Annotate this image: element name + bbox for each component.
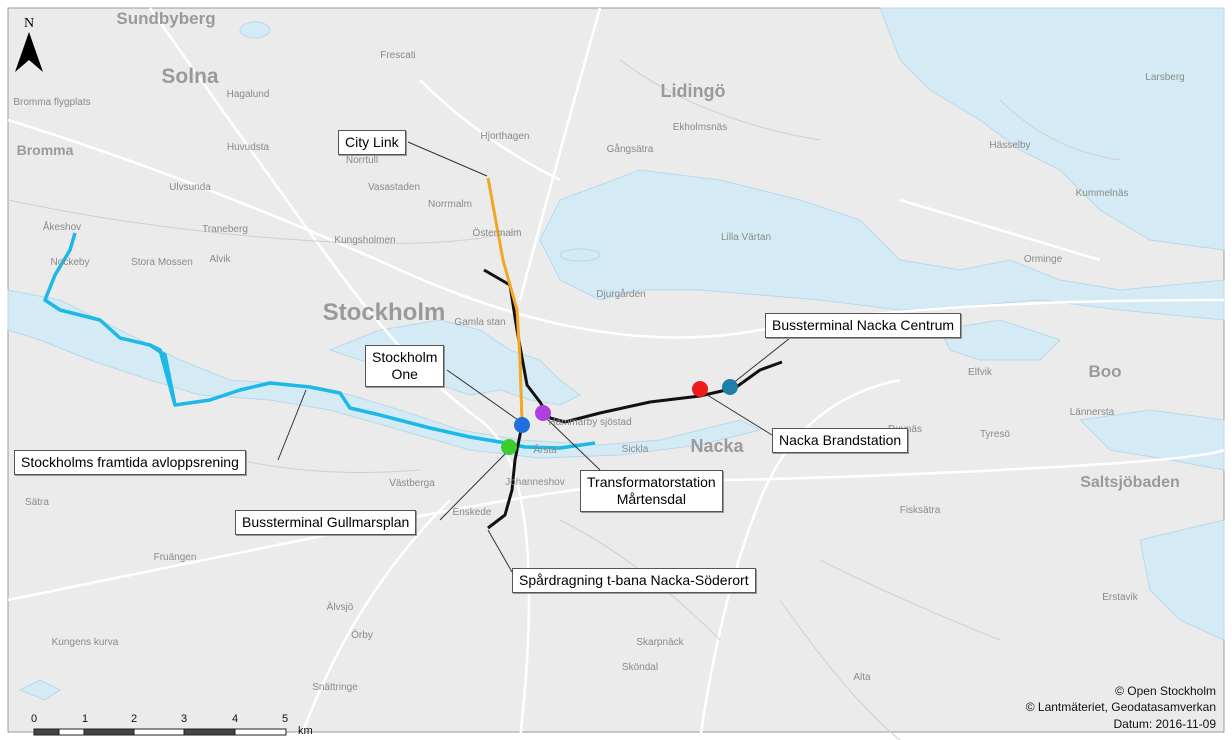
place-label-small: Fisksätra [900, 505, 941, 516]
place-label-small: Hagalund [227, 89, 270, 100]
place-label-small: Åkeshov [43, 220, 81, 233]
place-label-small: Hammarby sjöstad [548, 417, 631, 428]
place-label-small: Stora Mossen [131, 257, 193, 268]
place-label-small: Elfvik [968, 367, 993, 378]
scale-tick: 2 [131, 713, 138, 725]
place-label-small: Skarpnäck [636, 637, 684, 648]
place-label-small: Nockeby [51, 257, 90, 268]
place-label: Boo [1088, 362, 1121, 381]
place-label-small: Gamla stan [454, 317, 505, 328]
place-label-small: Enskede [453, 507, 492, 518]
place-label-small: Lilla Värtan [721, 232, 771, 243]
map-view[interactable]: N Sundbyberg Solna Lidingö Stockholm Nacka Bo… [0, 0, 1232, 740]
svg-text:N: N [24, 16, 34, 31]
place-label-small: Örby [351, 629, 373, 641]
scale-tick: 3 [181, 713, 188, 725]
place-label-small: Tyresö [980, 429, 1010, 440]
place-label-small: Hjorthagen [481, 131, 530, 142]
place-label-small: Ekholmsnäs [673, 122, 727, 133]
place-label-small: Kungens kurva [52, 637, 119, 648]
credit-lantmateriet: © Lantmäteriet, Geodatasamverkan [1025, 700, 1216, 714]
map-canvas: N Sundbyberg Solna Lidingö Stockholm Nacka Bo… [0, 0, 1232, 740]
scale-tick: 1 [82, 713, 89, 725]
place-label-small: Sätra [25, 497, 49, 508]
place-label-small: Larsberg [1145, 72, 1184, 83]
place-label-small: Kummelnäs [1076, 188, 1129, 199]
place-label-small: Hässelby [989, 140, 1030, 151]
place-label: Sundbyberg [116, 9, 215, 28]
place-label-small: Årsta [533, 443, 557, 456]
place-label-small: Västberga [389, 478, 435, 489]
place-label-small: Norrtull [346, 155, 378, 166]
place-label-small: Huvudsta [227, 142, 270, 153]
point-nacka-brandstation [692, 381, 708, 397]
callout-line: Stockholm [372, 349, 438, 365]
place-label: Lidingö [661, 81, 726, 101]
scale-tick: 0 [31, 713, 38, 725]
place-label-small: Vasastaden [368, 182, 420, 193]
place-label-small: Orminge [1024, 254, 1063, 265]
place-label-small: Fruängen [154, 552, 197, 563]
callout-stockholm-one: Stockholm One [365, 345, 445, 387]
place-label-small: Erstavik [1102, 592, 1139, 603]
scale-bar [33, 728, 287, 736]
place-label-small: Sickla [622, 444, 649, 455]
place-label-small: Snättringe [312, 682, 358, 693]
point-nacka-centrum [722, 379, 738, 395]
place-label-small: Gångsätra [607, 143, 654, 155]
place-label: Nacka [690, 436, 744, 456]
scale-tick: 5 [282, 713, 289, 725]
place-label-small: Traneberg [202, 224, 248, 235]
place-label: Bromma [17, 142, 74, 158]
place-label-small: Djurgården [596, 288, 645, 300]
scale-tick: 4 [232, 713, 239, 725]
place-label-small: Norrmalm [428, 199, 472, 210]
callout-nacka-centrum: Bussterminal Nacka Centrum [765, 313, 962, 338]
callout-line: Transformatorstation [587, 474, 716, 490]
place-label-small: Frescati [380, 50, 416, 61]
place-label-small: Älvsjö [327, 601, 354, 613]
callout-transformatorstation: Transformatorstation Mårtensdal [580, 470, 723, 512]
point-gullmarsplan [501, 439, 517, 455]
place-label-small: Kungsholmen [334, 235, 395, 246]
place-label-small: Bromma flygplats [13, 97, 90, 108]
callout-city-link: City Link [338, 130, 406, 155]
place-label-small: Alta [853, 672, 871, 683]
callout-line: Mårtensdal [616, 491, 686, 507]
callout-avloppsrening: Stockholms framtida avloppsrening [14, 450, 246, 475]
place-label: Saltsjöbaden [1080, 474, 1180, 491]
place-label-small: Johanneshov [505, 477, 565, 488]
place-label-small: Lännersta [1070, 407, 1115, 418]
place-label-small: Östermalm [473, 227, 522, 239]
scale-unit: km [298, 725, 313, 737]
point-stockholm-one [514, 417, 530, 433]
credit-open-stockholm: © Open Stockholm [1115, 684, 1216, 698]
place-label-small: Ulvsunda [169, 182, 211, 193]
place-label-small: Alvik [209, 254, 231, 265]
callout-gullmarsplan: Bussterminal Gullmarsplan [235, 510, 417, 535]
credit-date: Datum: 2016-11-09 [1113, 717, 1216, 731]
callout-spardragning: Spårdragning t-bana Nacka-Söderort [512, 568, 756, 593]
callout-line: One [391, 366, 418, 382]
place-label: Solna [161, 65, 218, 88]
place-label-small: Sköndal [622, 662, 658, 673]
callout-nacka-brandstation: Nacka Brandstation [772, 428, 909, 453]
place-label: Stockholm [323, 299, 446, 326]
